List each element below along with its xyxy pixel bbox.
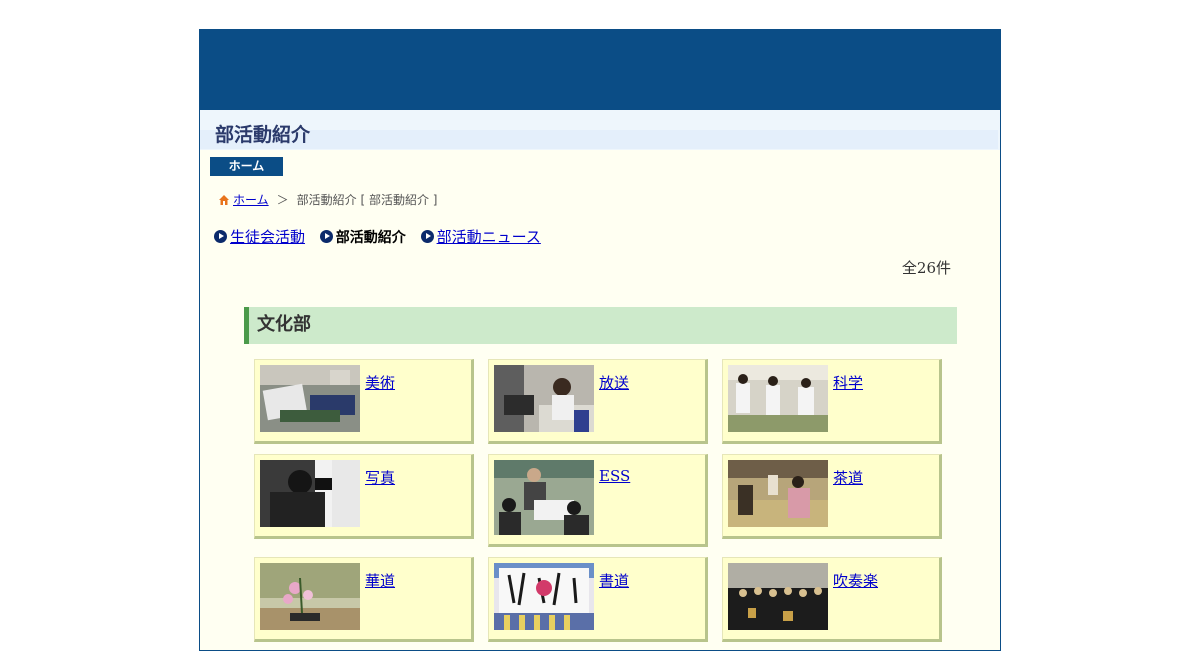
- section-nav: 生徒会活動 部活動紹介 部活動ニュース: [214, 226, 551, 247]
- broadcast-photo: [494, 365, 594, 432]
- art-photo: [260, 365, 360, 432]
- breadcrumb-separator: ＞: [276, 193, 289, 207]
- club-card-ess[interactable]: ESS: [488, 454, 708, 547]
- photography-photo: [260, 460, 360, 527]
- title-bar: 部活動紹介: [200, 110, 1000, 150]
- nav-link-student-council[interactable]: 生徒会活動: [230, 228, 305, 246]
- club-card-brass-band[interactable]: 吹奏楽: [722, 557, 942, 642]
- home-icon: [219, 195, 229, 205]
- science-photo: [728, 365, 828, 432]
- ess-photo: [494, 460, 594, 535]
- breadcrumb-current: 部活動紹介 [ 部活動紹介 ]: [296, 193, 438, 207]
- home-button[interactable]: ホーム: [210, 157, 283, 176]
- nav-item-student-council[interactable]: 生徒会活動: [214, 226, 305, 247]
- nav-label-club-intro: 部活動紹介: [335, 230, 406, 246]
- club-link-science[interactable]: 科学: [833, 372, 863, 393]
- club-link-tea-ceremony[interactable]: 茶道: [833, 467, 863, 488]
- club-link-ess[interactable]: ESS: [599, 467, 630, 485]
- club-card-art[interactable]: 美術: [254, 359, 474, 444]
- section-header: 文化部: [244, 307, 957, 344]
- nav-item-club-intro: 部活動紹介: [319, 227, 406, 247]
- nav-link-club-news[interactable]: 部活動ニュース: [437, 228, 541, 246]
- club-card-photography[interactable]: 写真: [254, 454, 474, 539]
- arrow-circle-icon: [319, 230, 333, 243]
- calligraphy-photo: [494, 563, 594, 630]
- club-card-broadcast[interactable]: 放送: [488, 359, 708, 444]
- section-title: 文化部: [257, 314, 311, 335]
- brass-band-photo: [728, 563, 828, 630]
- site-banner: [200, 30, 1000, 110]
- club-link-photography[interactable]: 写真: [365, 467, 395, 488]
- result-count: 全26件: [901, 259, 951, 277]
- club-card-tea-ceremony[interactable]: 茶道: [722, 454, 942, 539]
- club-card-science[interactable]: 科学: [722, 359, 942, 444]
- arrow-circle-icon: [214, 230, 227, 243]
- club-card-flower-arrangement[interactable]: 華道: [254, 557, 474, 642]
- club-link-calligraphy[interactable]: 書道: [599, 570, 629, 591]
- club-link-broadcast[interactable]: 放送: [599, 372, 629, 393]
- club-link-brass-band[interactable]: 吹奏楽: [833, 570, 878, 591]
- breadcrumb-home-link[interactable]: ホーム: [233, 193, 269, 207]
- breadcrumb: ホーム ＞ 部活動紹介 [ 部活動紹介 ]: [219, 191, 437, 208]
- flower-arrangement-photo: [260, 563, 360, 630]
- club-link-flower-arrangement[interactable]: 華道: [365, 570, 395, 591]
- club-card-calligraphy[interactable]: 書道: [488, 557, 708, 642]
- club-link-art[interactable]: 美術: [365, 372, 395, 393]
- tea-ceremony-photo: [728, 460, 828, 527]
- arrow-circle-icon: [420, 230, 434, 243]
- page-title: 部活動紹介: [215, 124, 311, 146]
- nav-item-club-news[interactable]: 部活動ニュース: [420, 226, 541, 247]
